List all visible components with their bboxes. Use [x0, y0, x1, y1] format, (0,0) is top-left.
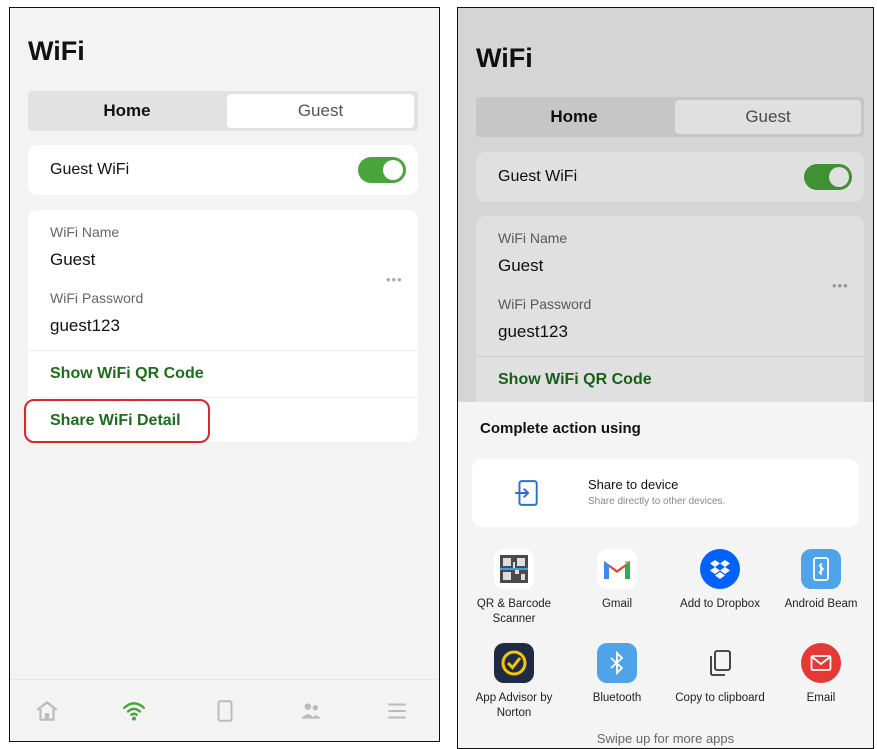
- app-add-to-dropbox[interactable]: Add to Dropbox: [670, 549, 770, 612]
- email-icon: [801, 643, 841, 683]
- app-copy-to-clipboard[interactable]: Copy to clipboard: [670, 643, 770, 706]
- app-qr-barcode-scanner[interactable]: QR & Barcode Scanner: [464, 549, 564, 627]
- network-tabs: Home Guest: [28, 91, 418, 131]
- more-options-icon[interactable]: •••: [386, 272, 403, 287]
- share-sheet-screen: WiFi Home Guest Guest WiFi WiFi Name Gue…: [457, 7, 874, 749]
- gmail-icon: [597, 549, 637, 589]
- app-label: Android Beam: [784, 598, 858, 610]
- highlight-box: [24, 399, 210, 443]
- app-email[interactable]: Email: [771, 643, 871, 706]
- app-label: App Advisor by Norton: [475, 692, 553, 719]
- users-icon[interactable]: [298, 698, 324, 724]
- app-label: Add to Dropbox: [680, 598, 760, 610]
- share-sheet: Complete action using Share to device Sh…: [458, 402, 873, 748]
- wifi-icon[interactable]: [121, 698, 147, 724]
- swipe-hint: Swipe up for more apps: [596, 731, 735, 746]
- menu-icon[interactable]: [384, 698, 410, 724]
- qr-scanner-icon: [494, 549, 534, 589]
- wifi-name-label: WiFi Name: [50, 224, 120, 240]
- wifi-name-value: Guest: [50, 250, 96, 269]
- share-to-device-title: Share to device: [588, 477, 679, 492]
- device-icon[interactable]: [212, 698, 238, 724]
- share-to-device-subtitle: Share directly to other devices.: [588, 496, 726, 507]
- tab-guest[interactable]: Guest: [227, 94, 414, 128]
- bottom-nav: [10, 679, 439, 741]
- app-label: QR & Barcode Scanner: [476, 598, 552, 625]
- wifi-password-label: WiFi Password: [50, 290, 144, 306]
- show-qr-code-link[interactable]: Show WiFi QR Code: [50, 365, 204, 383]
- wifi-settings-screen: WiFi Home Guest Guest WiFi WiFi Name Gue…: [9, 7, 440, 742]
- sheet-title: Complete action using: [480, 420, 641, 437]
- clipboard-icon: [700, 643, 740, 683]
- guest-wifi-card: Guest WiFi: [28, 145, 418, 195]
- app-norton-advisor[interactable]: App Advisor by Norton: [464, 643, 564, 721]
- divider: [28, 397, 418, 398]
- app-label: Copy to clipboard: [675, 692, 765, 704]
- app-bluetooth[interactable]: Bluetooth: [567, 643, 667, 706]
- home-icon[interactable]: [34, 698, 60, 724]
- app-android-beam[interactable]: Android Beam: [771, 549, 871, 612]
- guest-wifi-toggle[interactable]: [358, 157, 406, 183]
- app-label: Gmail: [601, 598, 633, 610]
- wifi-password-value: guest123: [50, 316, 120, 335]
- divider: [28, 350, 418, 351]
- dropbox-icon: [700, 549, 740, 589]
- norton-icon: [494, 643, 534, 683]
- share-to-device-icon: [515, 480, 538, 506]
- app-gmail[interactable]: Gmail: [567, 549, 667, 612]
- bluetooth-icon: [597, 643, 637, 683]
- android-beam-icon: [801, 549, 841, 589]
- app-label: Email: [806, 692, 836, 704]
- share-to-device-option[interactable]: Share to device Share directly to other …: [472, 459, 859, 527]
- tab-home[interactable]: Home: [32, 94, 222, 128]
- page-title: WiFi: [28, 36, 85, 66]
- dim-overlay[interactable]: [458, 8, 873, 402]
- guest-wifi-label: Guest WiFi: [50, 161, 130, 178]
- app-label: Bluetooth: [592, 692, 642, 704]
